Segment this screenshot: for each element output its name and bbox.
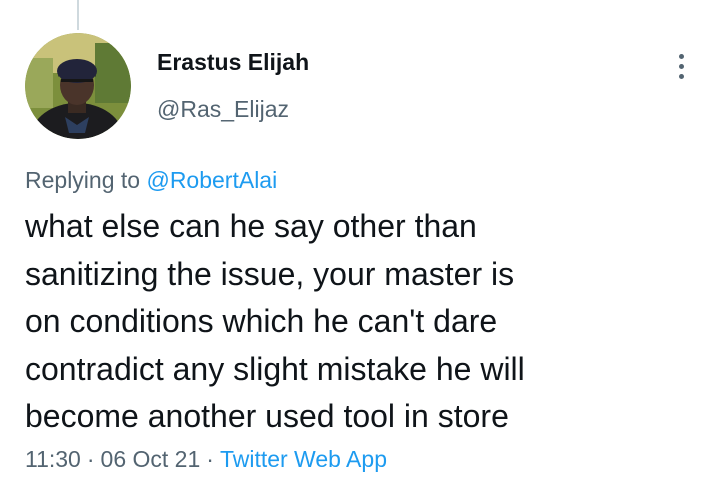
more-vertical-icon <box>678 53 684 59</box>
meta-separator: · <box>206 446 214 472</box>
tweet-source-link[interactable]: Twitter Web App <box>220 446 387 472</box>
profile-photo-icon <box>25 33 131 139</box>
tweet-time-link[interactable]: 11:30 <box>25 446 81 472</box>
author-display-name[interactable]: Erastus Elijah <box>157 49 309 76</box>
more-vertical-icon-dot <box>678 73 684 79</box>
reply-prefix: Replying to <box>25 167 141 193</box>
tweet-line: sanitizing the issue, your master is <box>25 255 515 292</box>
reply-context: Replying to @RobertAlai <box>25 167 277 194</box>
tweet-text: what else can he say other than sanitizi… <box>25 203 695 441</box>
tweet-line: on conditions which he can't dare <box>25 303 498 339</box>
meta-separator: · <box>86 446 95 472</box>
author-handle[interactable]: @Ras_Elijaz <box>157 96 289 123</box>
tweet-line: what else can he say other than <box>25 208 477 244</box>
tweet-line: become another used tool in store <box>25 398 509 434</box>
more-vertical-icon-dot <box>678 63 684 69</box>
tweet-line: contradict any slight mistake he will <box>25 350 525 387</box>
reply-mention-link[interactable]: @RobertAlai <box>146 167 277 193</box>
tweet-date-link[interactable]: 06 Oct 21 <box>101 446 201 472</box>
tweet-meta: 11:30 · 06 Oct 21 · Twitter Web App <box>25 446 387 473</box>
avatar[interactable] <box>25 33 131 139</box>
more-options-button[interactable] <box>668 46 694 86</box>
thread-connector-line <box>77 0 79 30</box>
